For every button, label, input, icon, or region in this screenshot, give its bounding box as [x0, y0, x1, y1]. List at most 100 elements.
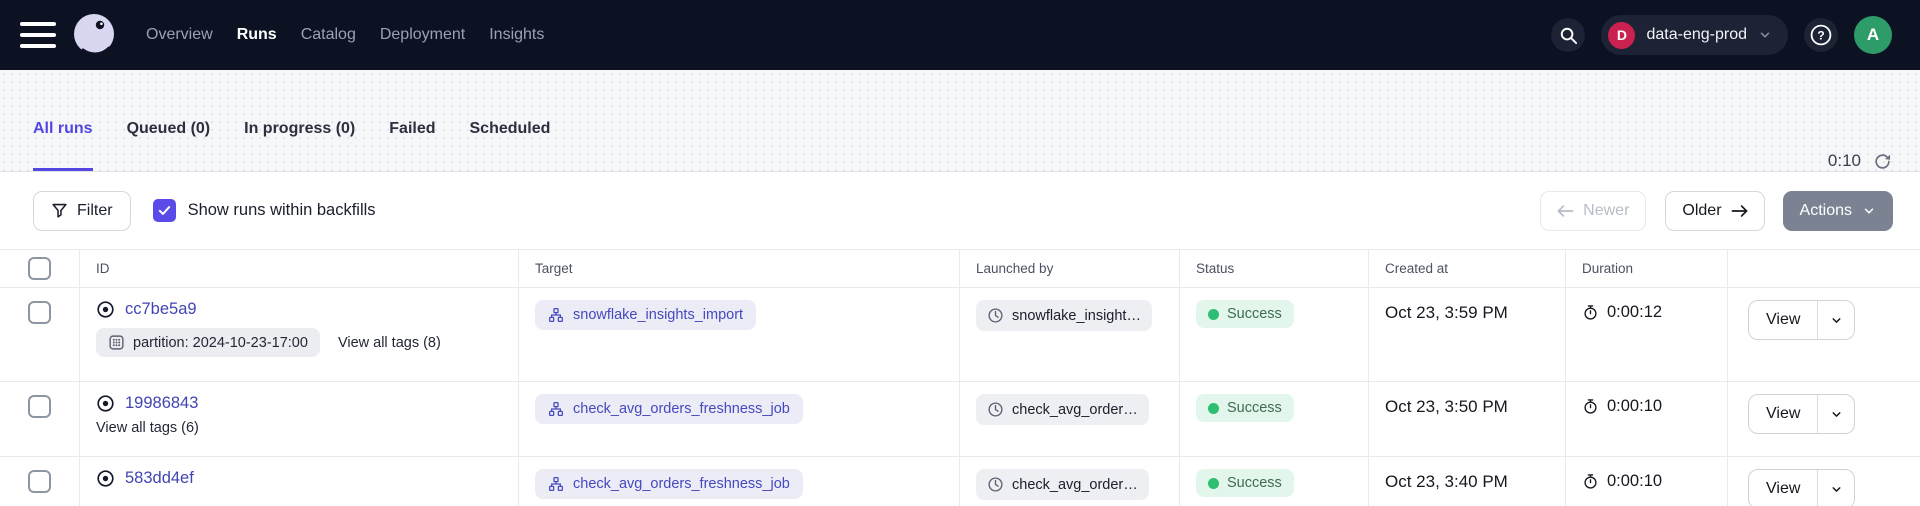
backfills-checkbox[interactable]: Show runs within backfills: [153, 199, 376, 222]
view-cell: View: [1728, 382, 1920, 456]
view-all-tags-link[interactable]: View all tags (8): [338, 335, 441, 351]
nav-item-deployment[interactable]: Deployment: [380, 26, 465, 44]
run-id-link[interactable]: 583dd4ef: [125, 469, 194, 488]
nav-item-runs[interactable]: Runs: [237, 26, 277, 44]
chevron-down-icon: [1758, 28, 1772, 42]
column-header-launched-by: Launched by: [960, 250, 1180, 287]
workspace-name: data-eng-prod: [1646, 26, 1747, 44]
tab-failed[interactable]: Failed: [389, 70, 435, 171]
created-at-cell: Oct 23, 3:50 PM: [1369, 382, 1566, 456]
backfills-label: Show runs within backfills: [188, 201, 376, 220]
help-button[interactable]: ?: [1804, 18, 1838, 52]
older-button[interactable]: Older: [1665, 191, 1764, 231]
nav-item-insights[interactable]: Insights: [489, 26, 544, 44]
target-cell: check_avg_orders_freshness_job: [519, 457, 960, 506]
user-avatar[interactable]: A: [1854, 16, 1892, 54]
workspace-switcher[interactable]: D data-eng-prod: [1601, 15, 1788, 55]
help-icon: ?: [1809, 23, 1833, 47]
top-nav: Overview Runs Catalog Deployment Insight…: [0, 0, 1920, 70]
view-cell: View: [1728, 457, 1920, 506]
success-dot-icon: [1208, 309, 1219, 320]
id-cell: cc7be5a9 partition: 2024-10-23-17:00 Vie…: [80, 288, 519, 381]
success-dot-icon: [1208, 478, 1219, 489]
duration-cell: 0:00:10: [1566, 382, 1728, 456]
launched-by-cell: snowflake_insight…: [960, 288, 1180, 381]
stopwatch-icon: [1582, 473, 1599, 490]
tab-all-runs[interactable]: All runs: [33, 70, 93, 171]
partition-tag-label: partition: 2024-10-23-17:00: [133, 335, 308, 351]
run-status-target-icon: [96, 394, 115, 413]
launched-by-tag[interactable]: check_avg_order…: [976, 469, 1149, 500]
row-checkbox[interactable]: [28, 395, 51, 418]
view-options-chevron[interactable]: [1817, 301, 1854, 339]
target-job-link[interactable]: check_avg_orders_freshness_job: [535, 394, 803, 424]
target-cell: snowflake_insights_import: [519, 288, 960, 381]
job-graph-icon: [548, 476, 564, 492]
search-icon: [1559, 26, 1578, 45]
row-checkbox[interactable]: [28, 301, 51, 324]
status-cell: Success: [1180, 457, 1369, 506]
row-checkbox[interactable]: [28, 470, 51, 493]
runs-tabs-band: All runs Queued (0) In progress (0) Fail…: [0, 70, 1920, 172]
view-cell: View: [1728, 288, 1920, 381]
run-id-link[interactable]: cc7be5a9: [125, 300, 197, 319]
search-button[interactable]: [1551, 18, 1585, 52]
view-run-button[interactable]: View: [1749, 301, 1817, 339]
success-dot-icon: [1208, 403, 1219, 414]
id-cell: 19986843 View all tags (6): [80, 382, 519, 456]
partition-tag[interactable]: partition: 2024-10-23-17:00: [96, 328, 320, 357]
status-cell: Success: [1180, 382, 1369, 456]
column-header-status: Status: [1180, 250, 1369, 287]
target-job-link[interactable]: snowflake_insights_import: [535, 300, 756, 330]
launched-by-tag[interactable]: snowflake_insight…: [976, 300, 1152, 331]
tab-queued[interactable]: Queued (0): [127, 70, 211, 171]
id-cell: 583dd4ef: [80, 457, 519, 506]
arrow-left-icon: [1557, 204, 1574, 218]
created-at-cell: Oct 23, 3:59 PM: [1369, 288, 1566, 381]
filter-button[interactable]: Filter: [33, 191, 131, 231]
select-all-checkbox[interactable]: [28, 257, 51, 280]
view-options-chevron[interactable]: [1817, 470, 1854, 506]
run-id-link[interactable]: 19986843: [125, 394, 198, 413]
actions-button[interactable]: Actions: [1783, 191, 1893, 231]
column-header-actions: [1728, 250, 1920, 287]
nav-links: Overview Runs Catalog Deployment Insight…: [146, 26, 544, 44]
svg-text:?: ?: [1817, 28, 1824, 42]
table-row: cc7be5a9 partition: 2024-10-23-17:00 Vie…: [0, 288, 1920, 382]
partition-grid-icon: [108, 334, 125, 351]
status-badge: Success: [1196, 469, 1294, 497]
menu-icon[interactable]: [20, 22, 56, 48]
nav-item-catalog[interactable]: Catalog: [301, 26, 356, 44]
launched-by-tag[interactable]: check_avg_order…: [976, 394, 1149, 425]
schedule-clock-icon: [987, 476, 1004, 493]
column-header-duration: Duration: [1566, 250, 1728, 287]
target-cell: check_avg_orders_freshness_job: [519, 382, 960, 456]
status-cell: Success: [1180, 288, 1369, 381]
table-row: 19986843 View all tags (6) check_avg_ord…: [0, 382, 1920, 457]
dagster-logo-icon[interactable]: [70, 11, 118, 59]
column-header-created-at: Created at: [1369, 250, 1566, 287]
checkbox-checked-icon: [153, 199, 176, 222]
status-badge: Success: [1196, 394, 1294, 422]
newer-button[interactable]: Newer: [1540, 191, 1646, 231]
tab-in-progress[interactable]: In progress (0): [244, 70, 355, 171]
filter-icon: [51, 202, 68, 219]
run-status-target-icon: [96, 469, 115, 488]
table-header: ID Target Launched by Status Created at …: [0, 250, 1920, 288]
refresh-icon[interactable]: [1873, 152, 1892, 171]
nav-item-overview[interactable]: Overview: [146, 26, 213, 44]
duration-cell: 0:00:10: [1566, 457, 1728, 506]
tab-scheduled[interactable]: Scheduled: [470, 70, 551, 171]
job-graph-icon: [548, 307, 564, 323]
view-options-chevron[interactable]: [1817, 395, 1854, 433]
view-run-button[interactable]: View: [1749, 395, 1817, 433]
status-badge: Success: [1196, 300, 1294, 328]
stopwatch-icon: [1582, 398, 1599, 415]
view-all-tags-link[interactable]: View all tags (6): [96, 420, 199, 436]
created-at-cell: Oct 23, 3:40 PM: [1369, 457, 1566, 506]
job-graph-icon: [548, 401, 564, 417]
schedule-clock-icon: [987, 401, 1004, 418]
column-header-id: ID: [80, 250, 519, 287]
view-run-button[interactable]: View: [1749, 470, 1817, 506]
target-job-link[interactable]: check_avg_orders_freshness_job: [535, 469, 803, 499]
